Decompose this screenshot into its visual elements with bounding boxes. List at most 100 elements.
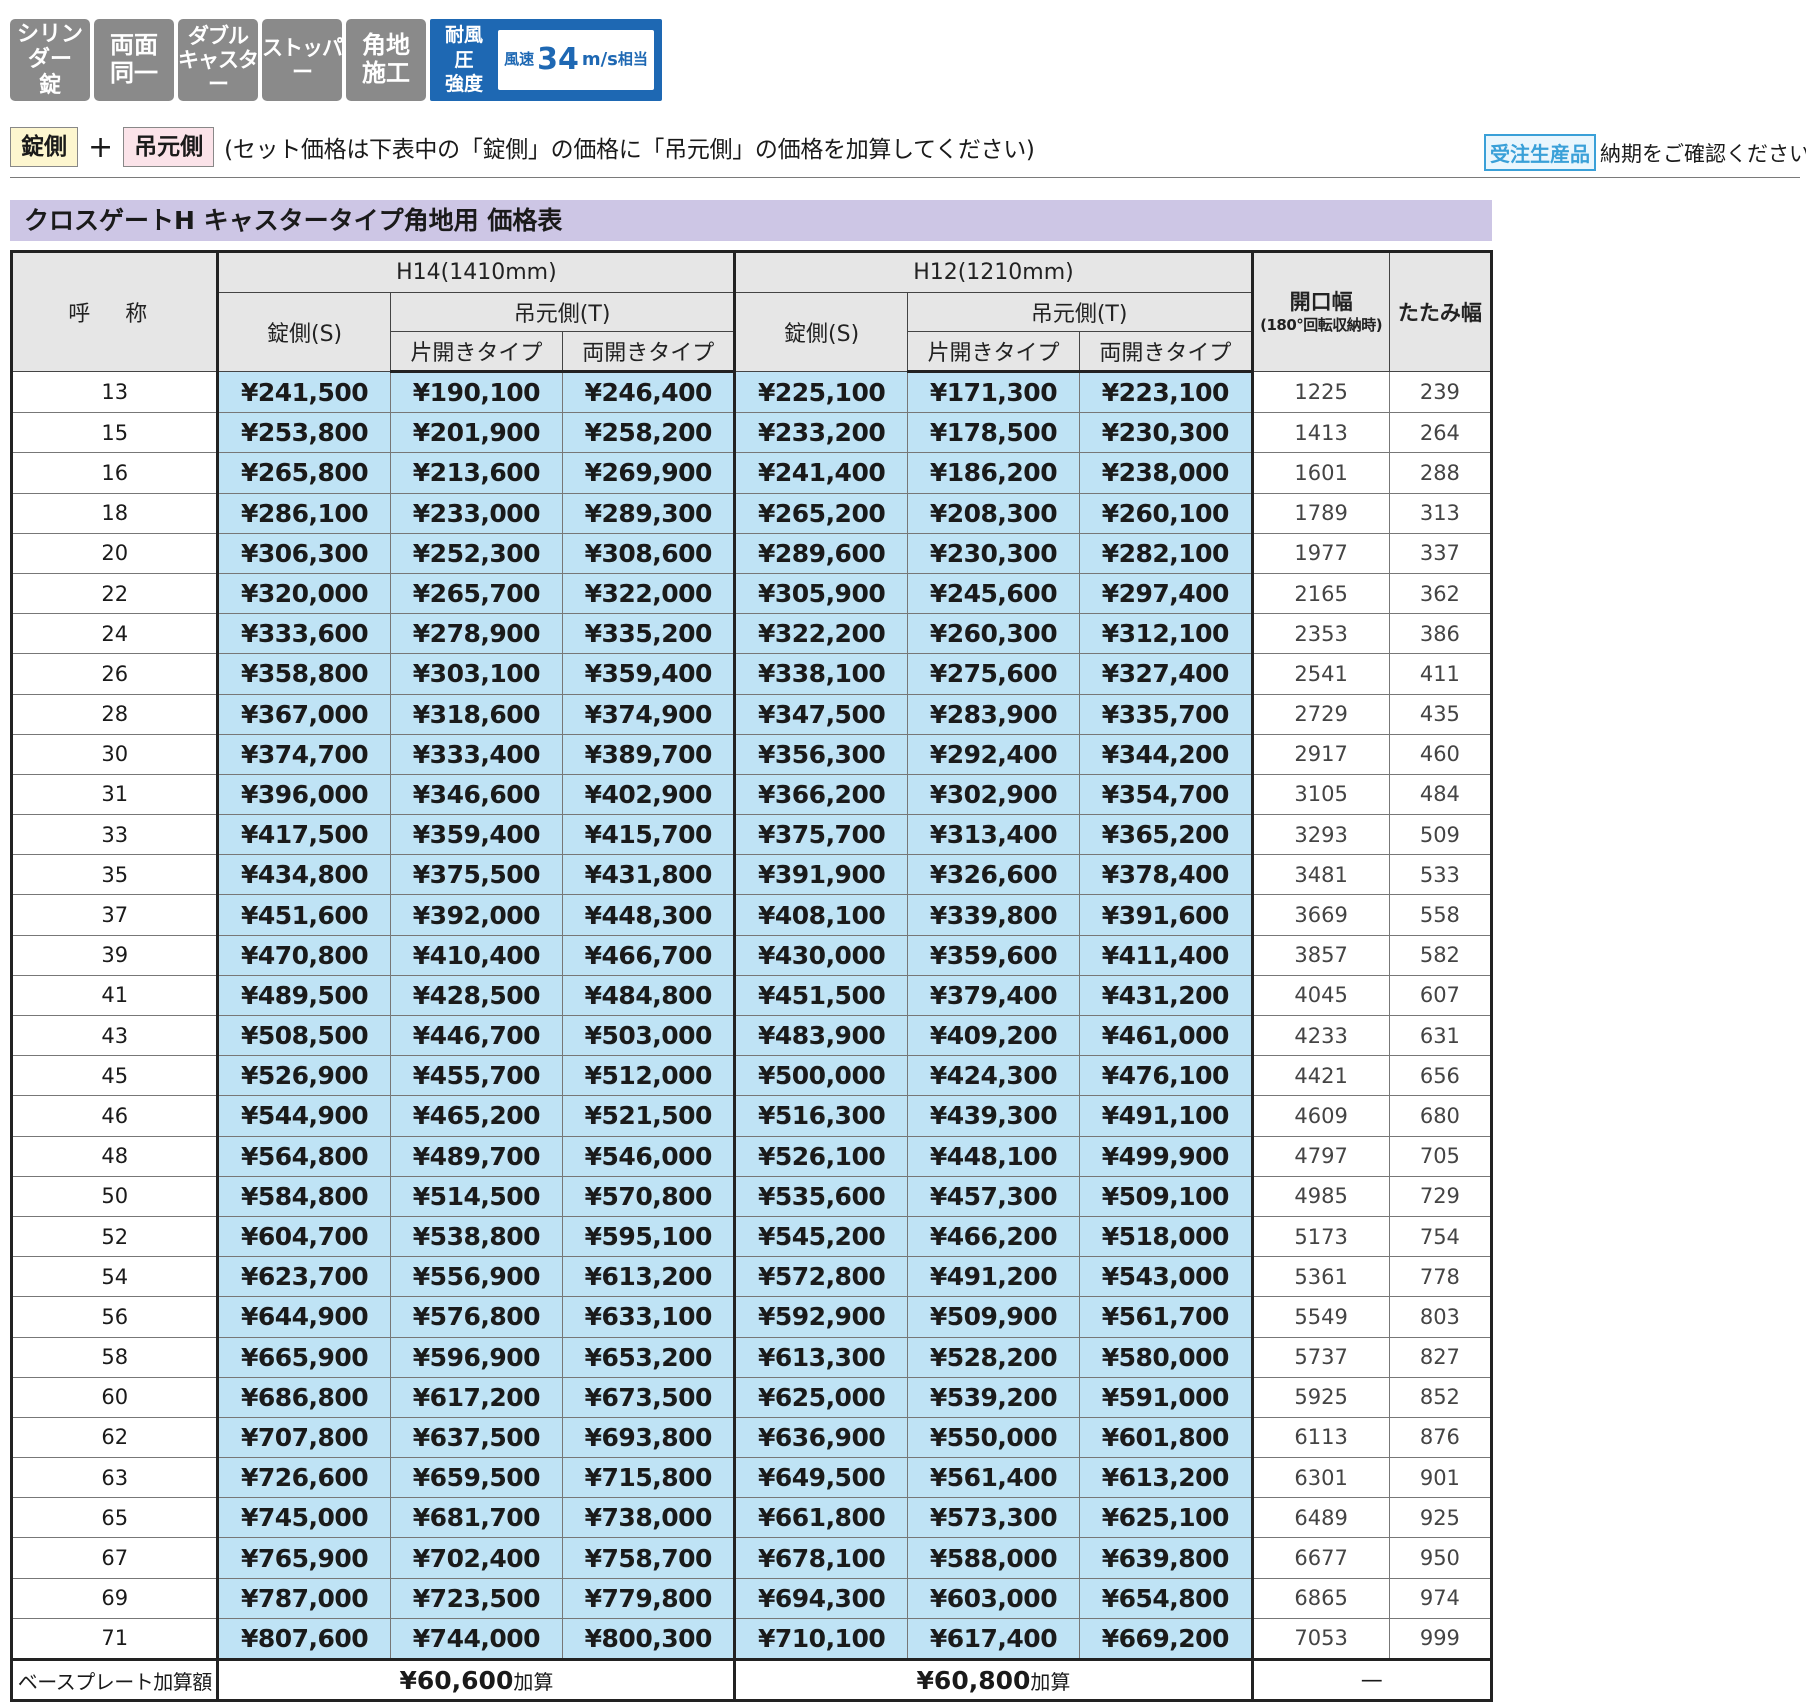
badge-corner-install: 角地 施工 — [346, 19, 426, 101]
price-h12-hinge-single: ¥178,500 — [906, 412, 1080, 454]
opening-width: 3481 — [1251, 854, 1390, 896]
folded-width: 803 — [1388, 1296, 1492, 1338]
hinge-side-tag: 吊元側 — [123, 127, 215, 167]
wind-suffix: 相当 — [617, 50, 648, 69]
row-name: 39 — [10, 935, 220, 976]
legend-line: 錠側 + 吊元側 (セット価格は下表中の「錠側」の価格に「吊元側」の価格を加算し… — [10, 126, 1035, 168]
price-h12-lock: ¥347,500 — [734, 694, 908, 735]
table-row: 62 ¥707,800 ¥637,500 ¥693,800 ¥636,900 ¥550,0… — [10, 1417, 1492, 1459]
badge-line: 施工 — [362, 59, 410, 87]
price-h14-lock: ¥745,000 — [217, 1497, 391, 1539]
folded-width: 558 — [1388, 894, 1492, 936]
price-h14-hinge-single: ¥576,800 — [389, 1296, 563, 1338]
header-h12-single: 片開きタイプ — [906, 331, 1081, 373]
price-h12-hinge-double: ¥365,200 — [1079, 814, 1254, 856]
price-h12-hinge-single: ¥457,300 — [906, 1176, 1080, 1217]
price-h14-hinge-single: ¥359,400 — [389, 814, 563, 856]
folded-width: 411 — [1388, 653, 1492, 695]
price-h12-lock: ¥391,900 — [734, 854, 908, 896]
price-h12-lock: ¥289,600 — [734, 533, 908, 574]
table-row: 22 ¥320,000 ¥265,700 ¥322,000 ¥305,900 ¥245,6… — [10, 573, 1492, 615]
price-h14-hinge-single: ¥538,800 — [389, 1216, 563, 1258]
price-h12-lock: ¥338,100 — [734, 653, 908, 695]
price-h14-hinge-double: ¥715,800 — [562, 1457, 737, 1499]
row-name: 18 — [10, 493, 220, 534]
price-h14-hinge-double: ¥570,800 — [562, 1176, 737, 1217]
price-h14-hinge-double: ¥613,200 — [562, 1256, 737, 1298]
price-h14-lock: ¥686,800 — [217, 1377, 391, 1418]
footer-h12-value: ¥60,800 — [916, 1665, 1031, 1695]
price-h12-hinge-double: ¥431,200 — [1079, 975, 1254, 1017]
price-h12-hinge-double: ¥543,000 — [1079, 1256, 1254, 1298]
price-h12-hinge-double: ¥378,400 — [1079, 854, 1254, 896]
price-h12-lock: ¥572,800 — [734, 1256, 908, 1298]
badge-wind-resistance: 耐風圧 強度 風速 34 m/s 相当 — [430, 19, 662, 101]
price-h14-lock: ¥396,000 — [217, 774, 391, 816]
opening-width: 4233 — [1251, 1015, 1390, 1057]
price-h12-hinge-double: ¥654,800 — [1079, 1578, 1254, 1619]
badge-double-caster: ダブル キャスター — [178, 19, 259, 101]
price-h14-lock: ¥489,500 — [217, 975, 391, 1017]
row-name: 37 — [10, 894, 220, 936]
price-h12-hinge-single: ¥260,300 — [906, 613, 1080, 655]
price-h12-hinge-double: ¥411,400 — [1079, 935, 1254, 976]
price-h12-hinge-single: ¥186,200 — [906, 452, 1080, 494]
wind-speed-box: 風速 34 m/s 相当 — [498, 30, 654, 90]
opening-width: 6677 — [1251, 1537, 1390, 1579]
price-h14-lock: ¥765,900 — [217, 1537, 391, 1579]
price-h12-hinge-double: ¥580,000 — [1079, 1337, 1254, 1378]
price-h12-hinge-single: ¥424,300 — [906, 1055, 1080, 1097]
price-h12-hinge-double: ¥354,700 — [1079, 774, 1254, 816]
badge-cylinder-lock: シリンダー 錠 — [10, 19, 90, 101]
price-h12-hinge-single: ¥528,200 — [906, 1337, 1080, 1378]
footer-add-label: 加算 — [1030, 1669, 1071, 1694]
feature-badges: シリンダー 錠 両面 同一 ダブル キャスター ストッパー 角地 施工 耐風圧 … — [10, 19, 662, 101]
price-h14-lock: ¥367,000 — [217, 694, 391, 735]
opening-width: 2541 — [1251, 653, 1390, 695]
price-h14-hinge-double: ¥800,300 — [562, 1618, 737, 1661]
wind-speed-value: 34 — [537, 41, 579, 77]
folded-width: 337 — [1388, 533, 1492, 574]
row-name: 33 — [10, 814, 220, 856]
badge-line: 両面 — [110, 31, 158, 60]
price-table-title: クロスゲートH キャスタータイプ角地用 価格表 — [10, 200, 1492, 241]
opening-width: 2917 — [1251, 734, 1390, 775]
opening-width: 1977 — [1251, 533, 1390, 574]
price-h14-hinge-double: ¥546,000 — [562, 1136, 737, 1177]
price-h14-lock: ¥665,900 — [217, 1337, 391, 1378]
table-row: 13 ¥241,500 ¥190,100 ¥246,400 ¥225,100 ¥171,3… — [10, 371, 1492, 414]
price-h14-lock: ¥807,600 — [217, 1618, 391, 1661]
opening-width: 5737 — [1251, 1337, 1390, 1378]
price-h14-hinge-single: ¥596,900 — [389, 1337, 563, 1378]
folded-width: 264 — [1388, 412, 1492, 454]
price-h12-lock: ¥636,900 — [734, 1417, 908, 1459]
price-h12-lock: ¥430,000 — [734, 935, 908, 976]
price-h14-lock: ¥306,300 — [217, 533, 391, 574]
price-h12-hinge-double: ¥669,200 — [1079, 1618, 1254, 1661]
row-name: 45 — [10, 1055, 220, 1097]
price-h14-hinge-single: ¥303,100 — [389, 653, 563, 695]
header-h14-hinge: 吊元側(T) — [389, 292, 737, 332]
folded-width: 778 — [1388, 1256, 1492, 1298]
folded-width: 288 — [1388, 452, 1492, 494]
price-h14-hinge-double: ¥415,700 — [562, 814, 737, 856]
price-h14-lock: ¥286,100 — [217, 493, 391, 534]
price-h12-lock: ¥526,100 — [734, 1136, 908, 1177]
folded-width: 313 — [1388, 493, 1492, 534]
price-h12-hinge-single: ¥539,200 — [906, 1377, 1080, 1418]
price-h12-hinge-double: ¥230,300 — [1079, 412, 1254, 454]
table-row: 43 ¥508,500 ¥446,700 ¥503,000 ¥483,900 ¥409,2… — [10, 1015, 1492, 1057]
price-h14-hinge-double: ¥402,900 — [562, 774, 737, 816]
price-h14-hinge-double: ¥359,400 — [562, 653, 737, 695]
made-to-order-note: 受注生産品 納期をご確認ください。 — [1484, 134, 1806, 171]
row-name: 52 — [10, 1216, 220, 1258]
row-name: 63 — [10, 1457, 220, 1499]
price-h12-hinge-double: ¥282,100 — [1079, 533, 1254, 574]
table-row: 37 ¥451,600 ¥392,000 ¥448,300 ¥408,100 ¥339,8… — [10, 894, 1492, 936]
price-h14-hinge-single: ¥617,200 — [389, 1377, 563, 1418]
price-h14-hinge-single: ¥213,600 — [389, 452, 563, 494]
opening-width: 5361 — [1251, 1256, 1390, 1298]
wind-unit: m/s — [581, 48, 618, 70]
price-h12-hinge-single: ¥409,200 — [906, 1015, 1080, 1057]
folded-width: 239 — [1388, 371, 1492, 414]
